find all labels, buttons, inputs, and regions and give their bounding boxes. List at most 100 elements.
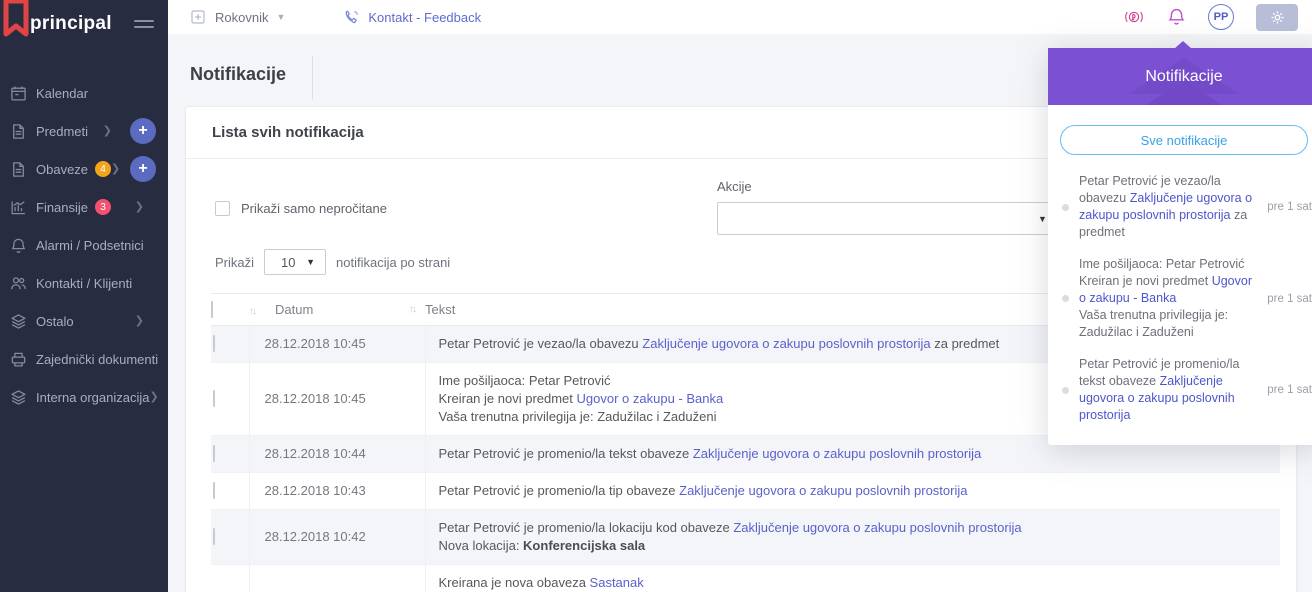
sidebar-item-obaveze[interactable]: Obaveze4❯+ bbox=[0, 150, 168, 188]
inline-link[interactable]: Zaključenje ugovora o zakupu poslovnih p… bbox=[679, 483, 967, 498]
notifications-dropdown: Notifikacije Sve notifikacije Petar Petr… bbox=[1048, 48, 1312, 445]
menu-toggle-icon[interactable] bbox=[134, 16, 154, 32]
table-row: 28.12.2018 10:43Petar Petrović je promen… bbox=[211, 473, 1280, 510]
inline-link[interactable]: Zaključenje ugovora o zakupu poslovnih p… bbox=[733, 520, 1021, 535]
page-title: Notifikacije bbox=[190, 64, 286, 85]
sidebar-item-label: Alarmi / Podsetnici bbox=[36, 238, 144, 253]
user-avatar[interactable]: PP bbox=[1208, 4, 1234, 30]
inline-link[interactable]: Zaključenje ugovora o zakupu poslovnih p… bbox=[642, 336, 930, 351]
sidebar-item-label: Interna organizacija bbox=[36, 390, 149, 405]
unread-dot-icon bbox=[1062, 295, 1069, 302]
sidebar-item-label: Zajednički dokumenti bbox=[36, 352, 158, 367]
inline-link[interactable]: Sastanak bbox=[590, 575, 644, 590]
bookmark-logo-icon bbox=[0, 0, 32, 40]
actions-label: Akcije bbox=[717, 179, 1058, 194]
sidebar-item-label: Finansije bbox=[36, 200, 88, 215]
row-date: 28.12.2018 10:43 bbox=[249, 473, 425, 510]
row-checkbox[interactable] bbox=[213, 445, 215, 462]
bell-icon bbox=[10, 237, 27, 254]
per-page-suffix: notifikacija po strani bbox=[336, 255, 450, 270]
add-obaveze-button[interactable]: + bbox=[130, 156, 156, 182]
row-checkbox[interactable] bbox=[213, 482, 215, 499]
notification-text: Petar Petrović je vezao/la obavezu Zaklj… bbox=[1079, 173, 1261, 241]
row-checkbox[interactable] bbox=[213, 390, 215, 407]
text-segment: Petar Petrović je vezao/la obavezu bbox=[439, 336, 643, 351]
sidebar-item-zajedni-ki-dokumenti[interactable]: Zajednički dokumenti bbox=[0, 340, 168, 378]
chevron-right-icon: ❯ bbox=[135, 202, 144, 213]
unread-dot-icon bbox=[1062, 204, 1069, 211]
text-segment: Vaša trenutna privilegija je: Zadužilac … bbox=[439, 409, 717, 424]
sort-icon[interactable]: ↑↓ bbox=[249, 306, 255, 317]
sidebar-item-ostalo[interactable]: Ostalo❯ bbox=[0, 302, 168, 340]
dropdown-items: Petar Petrović je vezao/la obavezu Zaklj… bbox=[1048, 173, 1312, 424]
row-date: 28.12.2018 10:42 bbox=[249, 510, 425, 565]
dinar-currency-icon[interactable] bbox=[1123, 7, 1145, 27]
text-segment: Ime pošiljaoca: Petar Petrović bbox=[1079, 257, 1244, 271]
sidebar-item-finansije[interactable]: Finansije 3 ❯ bbox=[0, 188, 168, 226]
text-segment: Ime pošiljaoca: Petar Petrović bbox=[439, 373, 611, 388]
bell-icon[interactable] bbox=[1167, 7, 1186, 27]
notification-item[interactable]: Petar Petrović je vezao/la obavezu Zaklj… bbox=[1048, 173, 1312, 241]
dropdown-header: Notifikacije bbox=[1048, 48, 1312, 105]
text-segment: Konferencijska sala bbox=[523, 538, 645, 553]
row-checkbox[interactable] bbox=[213, 528, 215, 545]
unread-only-checkbox[interactable] bbox=[215, 201, 230, 216]
sidebar-item-predmeti[interactable]: Predmeti ❯ + bbox=[0, 112, 168, 150]
count-badge: 4 bbox=[95, 161, 111, 177]
settings-button[interactable] bbox=[1256, 4, 1298, 31]
sidebar-item-kontakti-klijenti[interactable]: Kontakti / Klijenti bbox=[0, 264, 168, 302]
sidebar-item-alarmi-podsetnici[interactable]: Alarmi / Podsetnici bbox=[0, 226, 168, 264]
text-segment: Kreiran je novi predmet bbox=[439, 391, 577, 406]
inline-link[interactable]: Ugovor o zakupu - Banka bbox=[577, 391, 724, 406]
notification-time: pre 1 sat bbox=[1261, 384, 1312, 396]
sidebar-item-label: Kalendar bbox=[36, 86, 88, 101]
sidebar-item-label: Kontakti / Klijenti bbox=[36, 276, 132, 291]
layers-icon bbox=[10, 313, 27, 330]
per-page-select[interactable]: 10 ▼ bbox=[264, 249, 326, 275]
column-header-date[interactable]: Datum bbox=[275, 302, 313, 317]
row-date: 28.12.2018 10:31 bbox=[249, 565, 425, 592]
notification-item[interactable]: Ime pošiljaoca: Petar PetrovićKreiran je… bbox=[1048, 256, 1312, 341]
calendar-icon bbox=[10, 85, 27, 102]
rokovnik-dropdown[interactable]: Rokovnik ▼ bbox=[190, 9, 285, 25]
count-badge: 3 bbox=[95, 199, 111, 215]
select-all-checkbox[interactable] bbox=[211, 301, 213, 318]
printer-icon bbox=[10, 351, 27, 368]
topbar: Rokovnik ▼ Kontakt - Feedback PP bbox=[168, 0, 1312, 34]
chevron-right-icon: ❯ bbox=[103, 126, 112, 137]
chevron-right-icon: ❯ bbox=[111, 164, 120, 175]
add-predmeti-button[interactable]: + bbox=[130, 118, 156, 144]
sidebar-item-label: Predmeti bbox=[36, 124, 88, 139]
row-checkbox[interactable] bbox=[213, 335, 215, 352]
row-date: 28.12.2018 10:44 bbox=[249, 436, 425, 473]
actions-select[interactable]: ▼ bbox=[717, 202, 1058, 235]
contact-feedback-link[interactable]: Kontakt - Feedback bbox=[343, 9, 481, 26]
brand-name: principal bbox=[30, 13, 112, 35]
phone-icon bbox=[343, 9, 360, 26]
text-segment: Nova lokacija: bbox=[439, 538, 524, 553]
notification-text: Ime pošiljaoca: Petar PetrovićKreiran je… bbox=[1079, 256, 1261, 341]
sidebar-menu: KalendarPredmeti❯+Obaveze4❯+Finansije3❯A… bbox=[0, 74, 168, 416]
contact-feedback-label: Kontakt - Feedback bbox=[368, 10, 481, 25]
sort-icon[interactable]: ↑↓ bbox=[409, 304, 415, 315]
sidebar-item-label: Ostalo bbox=[36, 314, 74, 329]
chevron-down-icon: ▼ bbox=[276, 12, 285, 22]
row-text: Petar Petrović je promenio/la tip obavez… bbox=[425, 473, 1280, 510]
inline-link[interactable]: Zaključenje ugovora o zakupu poslovnih p… bbox=[693, 446, 981, 461]
square-plus-icon bbox=[190, 9, 206, 25]
layers-icon bbox=[10, 389, 27, 406]
table-row: 28.12.2018 10:42 Petar Petrović je promen… bbox=[211, 510, 1280, 565]
row-date: 28.12.2018 10:45 bbox=[249, 326, 425, 363]
sidebar-item-kalendar[interactable]: Kalendar bbox=[0, 74, 168, 112]
table-row: 28.12.2018 10:31Kreirana je nova obaveza… bbox=[211, 565, 1280, 592]
sidebar-item-interna-organizacija[interactable]: Interna organizacija❯ bbox=[0, 378, 168, 416]
text-segment: Petar Petrović je promenio/la lokaciju k… bbox=[439, 520, 734, 535]
chart-icon bbox=[10, 199, 27, 216]
notification-time: pre 1 sat bbox=[1261, 201, 1312, 213]
per-page-prefix: Prikaži bbox=[215, 255, 254, 270]
text-segment: za predmet bbox=[931, 336, 1000, 351]
rokovnik-label: Rokovnik bbox=[215, 10, 268, 25]
notification-item[interactable]: Petar Petrović je promenio/la tekst obav… bbox=[1048, 356, 1312, 424]
text-segment: Petar Petrović je promenio/la tekst obav… bbox=[439, 446, 693, 461]
unread-only-checkbox-group[interactable]: Prikaži samo nepročitane bbox=[215, 181, 387, 235]
